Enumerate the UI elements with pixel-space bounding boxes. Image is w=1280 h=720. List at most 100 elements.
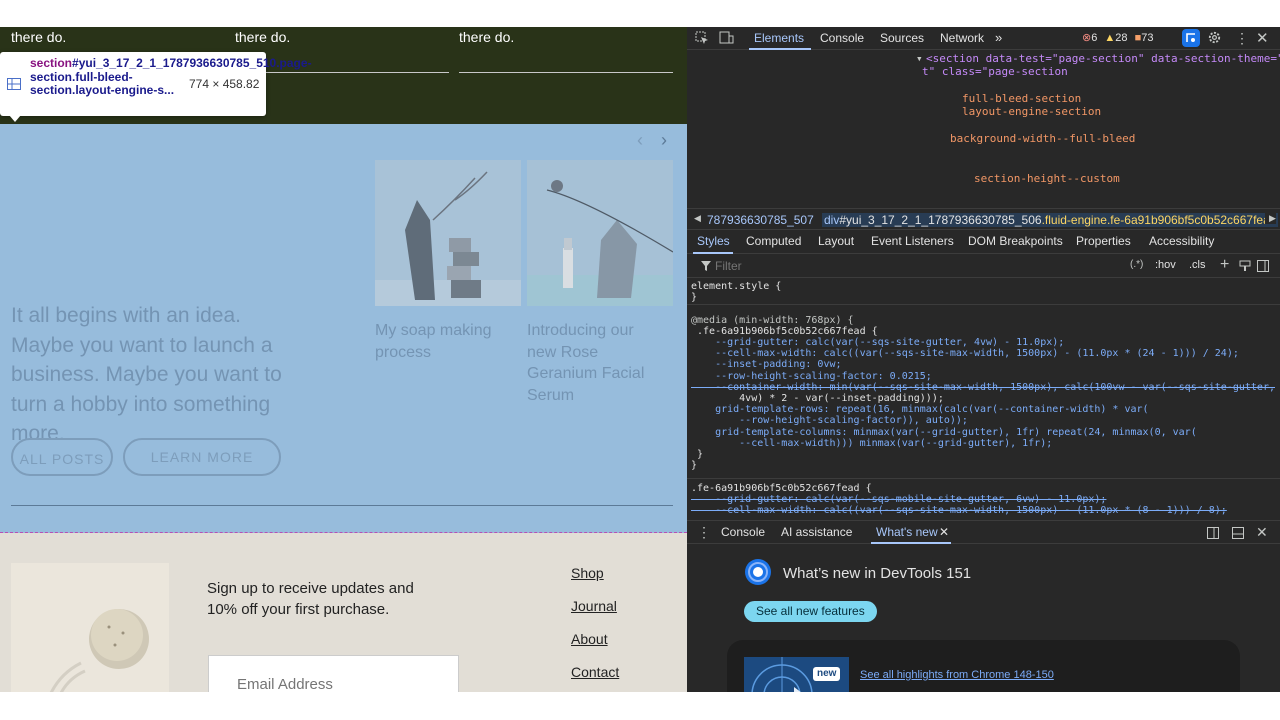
see-all-features-button[interactable]: See all new features [744,601,877,622]
top-band: there do. there do. there do. section#yu… [0,27,687,124]
learn-more-button[interactable]: LEARN MORE [123,438,281,476]
tab-network[interactable]: Network [940,31,984,45]
drawer-tab-console[interactable]: Console [721,525,765,539]
post-thumbnail[interactable] [375,160,521,306]
subtab-layout[interactable]: Layout [818,234,854,248]
dom-tree[interactable]: ▾ <section data-test="page-section" data-… [687,50,1280,208]
style-rule-line[interactable]: --cell-max-width: calc((var(--sqs-site-m… [691,348,1239,359]
tooltip-dimensions: 774 × 458.82 [189,77,260,91]
more-tabs-icon[interactable]: » [995,30,1002,45]
regex-toggle[interactable]: (.*) [1130,259,1143,270]
style-rule-line[interactable]: --grid-gutter: calc(var(--sqs-mobile-sit… [691,494,1106,505]
dom-line[interactable]: layout-engine-section [962,105,1101,119]
style-rule-line[interactable]: --inset-padding: 0vw; [691,359,841,370]
subtab-event-listeners[interactable]: Event Listeners [871,234,954,248]
style-rule-line[interactable]: } [691,292,697,303]
styles-subtabs: Styles Computed Layout Event Listeners D… [687,230,1280,254]
styles-pane[interactable]: element.style {} @media (min-width: 768px… [687,278,1280,520]
new-rule-icon[interactable]: + [1220,256,1229,274]
dock-side-icon[interactable] [1207,527,1219,539]
style-rule-line[interactable]: } [691,449,703,460]
style-rule-line[interactable]: --row-height-scaling-factor: 0.0215; [691,371,932,382]
subtab-accessibility[interactable]: Accessibility [1149,234,1214,248]
dom-line[interactable]: full-bleed-section [962,92,1081,106]
style-rule-line[interactable]: element.style { [691,281,781,292]
style-rule-line[interactable]: 4vw) * 2 - var(--inset-padding))); [691,393,944,404]
top-column-text: there do. [459,29,515,45]
carousel-next-button[interactable]: › [661,130,667,151]
close-tab-icon[interactable]: ✕ [939,525,949,539]
style-rule-line[interactable]: .fe-6a91b906bf5c0b52c667fead { [691,483,872,494]
device-toolbar-icon[interactable] [719,31,734,45]
dom-line[interactable]: <section data-test="page-section" data-s… [926,52,1280,66]
class-toggle[interactable]: .cls [1189,259,1206,271]
dom-line[interactable]: background-width--full-bleed [950,132,1135,146]
expand-triangle-icon[interactable]: ▾ [916,52,923,66]
breadcrumb-scroll-left-icon[interactable]: ◀ [694,213,701,224]
rule-separator [687,478,1280,479]
footer-image [11,563,169,692]
settings-gear-icon[interactable] [1207,30,1222,45]
styles-filter-input[interactable] [715,257,1095,275]
style-rule-line[interactable]: grid-template-rows: repeat(16, minmax(ca… [691,404,1148,415]
column-divider [235,72,449,73]
tab-console[interactable]: Console [820,31,864,45]
drawer-tab-whats-new[interactable]: What's new [876,525,938,539]
styles-filter-bar: (.*) :hov .cls + [687,254,1280,278]
serum-photo [527,160,673,306]
footer-link-contact[interactable]: Contact [571,664,619,680]
subtab-styles[interactable]: Styles [697,234,730,248]
style-rule-line[interactable]: --row-height-scaling-factor)), auto)); [691,415,968,426]
drawer-menu-icon[interactable]: ⋮ [697,524,711,541]
soap-photo [375,160,521,306]
inspect-tooltip: section#yui_3_17_2_1_1787936630785_510.p… [0,52,312,122]
hover-state-toggle[interactable]: :hov [1155,259,1176,271]
subtab-computed[interactable]: Computed [746,234,801,248]
tooltip-tag: section [30,56,73,70]
highlights-card[interactable]: new See all highlights from Chrome 148-1… [727,640,1240,692]
close-drawer-icon[interactable]: ✕ [1256,524,1268,541]
footer-link-shop[interactable]: Shop [571,565,604,581]
dom-line[interactable]: t" class="page-section [922,65,1068,79]
rule-separator [687,304,1280,305]
toggle-sidebar-icon[interactable] [1257,260,1269,272]
style-rule-line[interactable]: --cell-max-width))) minmax(var(--grid-gu… [691,438,1052,449]
footer-link-about[interactable]: About [571,631,608,647]
close-devtools-icon[interactable]: ✕ [1256,29,1269,47]
dock-bottom-icon[interactable] [1232,527,1244,539]
tab-elements[interactable]: Elements [754,31,804,45]
highlights-link[interactable]: See all highlights from Chrome 148-150 [860,669,1054,681]
all-posts-button[interactable]: ALL POSTS [11,438,113,476]
style-rule-line[interactable]: .fe-6a91b906bf5c0b52c667fead { [691,326,878,337]
paint-brush-icon[interactable] [1239,260,1251,272]
dom-line[interactable]: section-height--custom [974,172,1120,186]
breadcrumb-item-selected[interactable]: div#yui_3_17_2_1_1787936630785_506.fluid… [822,213,1279,227]
carousel-prev-button[interactable]: ‹ [637,130,643,151]
newsletter-text: Sign up to receive updates and 10% off y… [207,580,414,618]
style-rule-line[interactable]: --grid-gutter: calc(var(--sqs-site-gutte… [691,337,1064,348]
issue-counters[interactable]: ⊗6 ▲28 ■73 [1082,31,1154,44]
breadcrumb-item[interactable]: 787936630785_507 [707,213,814,227]
drawer-tab-ai-assistance[interactable]: AI assistance [781,525,852,539]
ai-assistant-icon[interactable] [1182,29,1200,47]
footer-link-journal[interactable]: Journal [571,598,617,614]
style-rule-line[interactable]: --container-width: min(var(--sqs-site-ma… [691,382,1275,393]
style-rule-line[interactable]: grid-template-columns: minmax(var(--grid… [691,427,1197,438]
error-icon: ⊗ [1082,32,1092,44]
style-rule-line[interactable]: } [691,460,697,471]
devtools-panel: Elements Console Sources Network » ⊗6 ▲2… [687,27,1280,692]
new-badge: new [813,667,841,681]
subtab-dom-breakpoints[interactable]: DOM Breakpoints [968,234,1063,248]
subtab-properties[interactable]: Properties [1076,234,1131,248]
inspect-element-icon[interactable] [695,31,709,45]
email-input[interactable] [208,655,459,692]
style-rule-line[interactable]: @media (min-width: 768px) { [691,315,854,326]
post-caption[interactable]: My soap making process [375,320,525,363]
breadcrumb-scroll-right-icon[interactable]: ▶ [1265,213,1276,224]
tab-sources[interactable]: Sources [880,31,924,45]
whats-new-panel: What’s new in DevTools 151 See all new f… [687,544,1280,692]
style-rule-line[interactable]: --cell-max-width: calc((var(--sqs-site-m… [691,505,1227,516]
kebab-menu-icon[interactable]: ⋮ [1235,30,1249,47]
post-caption[interactable]: Introducing our new Rose Geranium Facial… [527,320,667,406]
post-thumbnail[interactable] [527,160,673,306]
